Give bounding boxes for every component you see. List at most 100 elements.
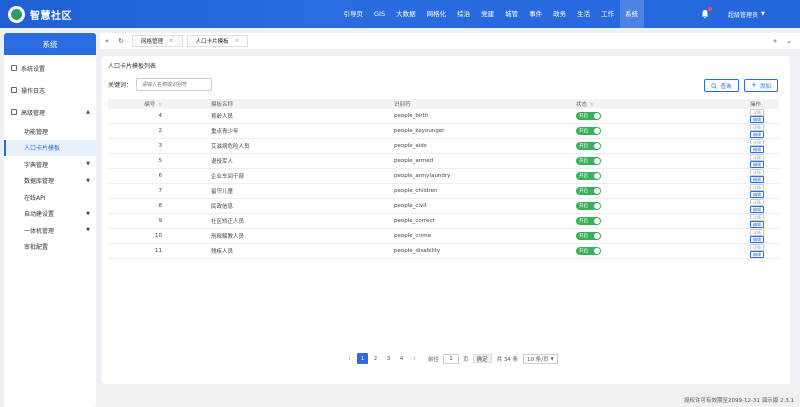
cell-name: 社区矫正人员 (211, 219, 245, 225)
switch-knob (594, 218, 600, 224)
goto-page-input[interactable]: 1 (443, 353, 460, 364)
bell-icon[interactable] (700, 7, 712, 19)
sidebar-sub-kiosk[interactable]: 一体机管理 ▼ (4, 222, 96, 239)
switch-knob (594, 128, 600, 134)
status-switch[interactable]: 开启 (576, 157, 601, 165)
cell-actions: 详情编辑 (666, 214, 779, 229)
sidebar-sub-dictionary[interactable]: 字典管理 ▼ (4, 156, 96, 173)
sidebar-sub-online-api[interactable]: 在线API (4, 189, 96, 206)
nav-item-events[interactable]: 事件 (524, 0, 548, 28)
status-switch[interactable]: 开启 (576, 187, 601, 195)
cell-identifier: people_crime (394, 233, 431, 239)
edit-button[interactable]: 编辑 (750, 206, 764, 213)
nav-item-party[interactable]: 党建 (476, 0, 500, 28)
view-button[interactable]: 详情 (750, 214, 764, 221)
edit-button[interactable]: 编辑 (750, 146, 764, 153)
goto-confirm-button[interactable]: 确定 (472, 354, 492, 363)
page-button[interactable]: 1 (357, 353, 368, 364)
sidebar-item-advanced[interactable]: 高级管理 ▲ (4, 101, 96, 123)
sidebar-sub-label: 一体机管理 (24, 227, 55, 235)
page-button[interactable]: 4 (396, 353, 407, 364)
sidebar-sub-auto-build[interactable]: 自动建设置 ▼ (4, 206, 96, 223)
edit-button[interactable]: 编辑 (750, 221, 764, 228)
edit-button[interactable]: 编辑 (750, 161, 764, 168)
nav-item-work[interactable]: 工作 (596, 0, 620, 28)
prev-page-icon[interactable]: ‹ (344, 353, 355, 364)
edit-button[interactable]: 编辑 (750, 236, 764, 243)
page-button[interactable]: 2 (370, 353, 381, 364)
nav-item-grid[interactable]: 网格化 (421, 0, 452, 28)
col-header-number[interactable]: 编号 ⇅ (108, 99, 194, 109)
add-button[interactable]: + 添加 (744, 79, 778, 92)
switch-label: 开启 (579, 159, 588, 164)
sidebar-sub-label: 字典管理 (24, 161, 49, 169)
nav-item-urban[interactable]: 城管 (500, 0, 524, 28)
status-switch[interactable]: 开启 (576, 232, 601, 240)
nav-item-system[interactable]: 系统 (619, 0, 644, 28)
refresh-icon[interactable]: ↻ (114, 37, 128, 45)
user-menu[interactable]: 超级管理员 ▼ (728, 10, 765, 19)
page-button[interactable]: 3 (383, 353, 394, 364)
status-switch[interactable]: 开启 (576, 172, 601, 180)
search-icon (711, 82, 718, 89)
view-button[interactable]: 详情 (750, 124, 764, 131)
status-switch[interactable]: 开启 (576, 202, 601, 210)
view-button[interactable]: 详情 (750, 184, 764, 191)
cell-actions: 详情编辑 (666, 244, 779, 259)
nav-item-life[interactable]: 生活 (572, 0, 596, 28)
switch-knob (594, 158, 600, 164)
cell-number: 3 (158, 143, 163, 149)
nav-item-gis[interactable]: GIS (369, 0, 391, 28)
sidebar-sub-card-template[interactable]: 人口卡片模板 (4, 139, 96, 156)
sort-icon: ⇅ (590, 103, 594, 108)
nav-item-affairs[interactable]: 政务 (548, 0, 572, 28)
view-button[interactable]: 详情 (750, 139, 764, 146)
close-icon[interactable]: × (235, 38, 240, 44)
sidebar-sub-approval[interactable]: 审批配置 (4, 239, 96, 256)
cell-status: 开启 (576, 109, 666, 124)
status-switch[interactable]: 开启 (576, 247, 601, 255)
status-switch[interactable]: 开启 (576, 112, 601, 120)
view-button[interactable]: 详情 (750, 169, 764, 176)
logo-icon (8, 5, 25, 23)
switch-label: 开启 (579, 114, 588, 119)
view-button[interactable]: 详情 (750, 244, 764, 251)
view-button[interactable]: 详情 (750, 109, 764, 116)
tab-grid-management[interactable]: 网格管理 × (132, 35, 183, 47)
col-header-status[interactable]: 状态 ⇅ (576, 99, 666, 109)
edit-button[interactable]: 编辑 (750, 176, 764, 183)
nav-item-governance[interactable]: 综治 (452, 0, 476, 28)
sidebar-item-operation-log[interactable]: 操作日志 (4, 79, 96, 101)
next-page-icon[interactable]: › (409, 353, 420, 364)
nav-item-bigdata[interactable]: 大数据 (391, 0, 422, 28)
view-button[interactable]: 详情 (750, 154, 764, 161)
cell-status: 开启 (576, 124, 666, 139)
status-switch[interactable]: 开启 (576, 142, 601, 150)
cell-number: 2 (158, 128, 163, 134)
edit-button[interactable]: 编辑 (750, 251, 764, 258)
app-logo[interactable]: 智慧社区 (0, 5, 120, 23)
chevron-down-icon[interactable]: ⌄ (782, 37, 796, 45)
query-button[interactable]: 查询 (704, 79, 739, 92)
edit-button[interactable]: 编辑 (750, 191, 764, 198)
double-chevron-left-icon[interactable]: « (100, 37, 114, 45)
double-chevron-right-icon[interactable]: » (768, 37, 782, 45)
close-icon[interactable]: × (169, 38, 174, 44)
sidebar-sub-database[interactable]: 数据库管理 ▼ (4, 173, 96, 190)
page-size-select[interactable]: 10 条/页 ▼ (523, 353, 558, 364)
status-switch[interactable]: 开启 (576, 217, 601, 225)
pagination: ‹ 1 2 3 4 › 前往 1 页 确定 共 34 条 10 条/页 ▼ (344, 353, 558, 364)
cell-status: 开启 (576, 139, 666, 154)
sidebar-item-system-settings[interactable]: 系统设置 (4, 57, 96, 79)
nav-item-guide[interactable]: 引导页 (338, 0, 369, 28)
search-input[interactable] (136, 78, 213, 91)
view-button[interactable]: 详情 (750, 229, 764, 236)
tab-card-template[interactable]: 人口卡片模板 × (186, 35, 249, 47)
view-button[interactable]: 详情 (750, 199, 764, 206)
edit-button[interactable]: 编辑 (750, 131, 764, 138)
cell-actions: 详情编辑 (666, 124, 779, 139)
cell-identifier: people_aids (394, 143, 427, 149)
edit-button[interactable]: 编辑 (750, 116, 764, 123)
status-switch[interactable]: 开启 (576, 127, 601, 135)
sidebar-sub-function[interactable]: 功能管理 (4, 123, 96, 140)
